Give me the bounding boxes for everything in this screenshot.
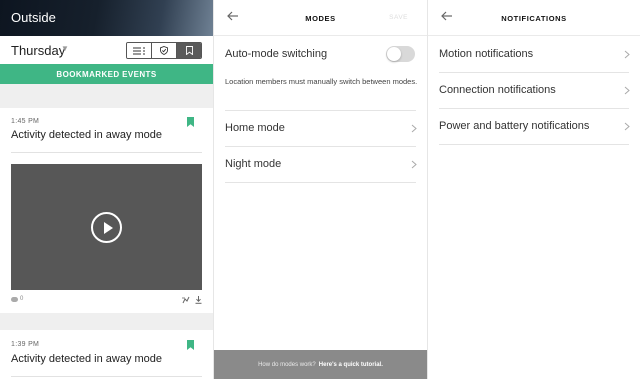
tutorial-footer: How do modes work? Here's a quick tutori…	[214, 350, 427, 379]
chevron-right-icon	[411, 124, 417, 133]
notification-item-label: Power and battery notifications	[439, 120, 590, 132]
chevron-right-icon	[624, 50, 630, 59]
event-title: Activity detected in away mode	[11, 129, 163, 141]
activity-zone-icon[interactable]	[182, 296, 190, 304]
auto-mode-label: Auto-mode switching	[225, 48, 328, 60]
view-toggle	[126, 42, 202, 59]
shield-icon	[160, 46, 168, 55]
list-view-button[interactable]	[127, 43, 152, 58]
notifications-panel: NOTIFICATIONS Motion notifications Conne…	[427, 0, 640, 379]
divider	[439, 144, 629, 145]
chevron-right-icon	[624, 86, 630, 95]
list-icon	[133, 47, 145, 54]
section-gap	[0, 84, 213, 108]
mode-item-home[interactable]: Home mode	[214, 111, 427, 147]
notifications-nav-bar: NOTIFICATIONS	[428, 0, 640, 36]
bookmark-icon[interactable]	[187, 117, 194, 127]
bookmark-icon[interactable]	[187, 340, 194, 350]
save-button[interactable]: SAVE	[389, 14, 408, 21]
mode-item-label: Night mode	[225, 158, 282, 170]
notification-item-label: Motion notifications	[439, 48, 534, 60]
mode-item-night[interactable]: Night mode	[214, 147, 427, 183]
bookmark-filter-button[interactable]	[177, 43, 201, 58]
comment-icon[interactable]	[11, 297, 18, 302]
download-icon[interactable]	[195, 296, 202, 304]
play-icon	[104, 222, 113, 234]
auto-mode-toggle[interactable]	[386, 46, 415, 62]
divider	[11, 152, 202, 153]
location-header: Outside	[0, 0, 213, 36]
events-panel: Outside Thursday ▼ BOOKMARKED EVENTS 1:4…	[0, 0, 213, 379]
auto-mode-help: Location members must manually switch be…	[225, 77, 418, 86]
event-time: 1:39 PM	[11, 341, 40, 348]
footer-text: How do modes work?	[258, 361, 316, 368]
tutorial-link[interactable]: Here's a quick tutorial.	[319, 362, 383, 368]
mode-item-label: Home mode	[225, 122, 285, 134]
play-button[interactable]	[91, 212, 122, 243]
event-title: Activity detected in away mode	[11, 353, 163, 365]
modes-nav-bar: MODES SAVE	[214, 0, 427, 36]
divider	[225, 182, 416, 183]
page-title: NOTIFICATIONS	[501, 14, 567, 23]
location-title: Outside	[11, 10, 56, 25]
shield-filter-button[interactable]	[152, 43, 177, 58]
toggle-knob	[387, 47, 401, 61]
caret-down-icon: ▼	[61, 44, 69, 53]
notification-item-power[interactable]: Power and battery notifications	[428, 109, 640, 145]
chevron-right-icon	[624, 122, 630, 131]
notification-item-connection[interactable]: Connection notifications	[428, 73, 640, 109]
event-actions	[182, 296, 202, 304]
video-thumbnail[interactable]	[11, 164, 202, 290]
notification-item-motion[interactable]: Motion notifications	[428, 37, 640, 73]
section-gap	[0, 313, 213, 330]
bookmarked-events-banner: BOOKMARKED EVENTS	[0, 64, 213, 84]
chevron-right-icon	[411, 160, 417, 169]
event-time: 1:45 PM	[11, 118, 40, 125]
notification-item-label: Connection notifications	[439, 84, 556, 96]
modes-panel: MODES SAVE Auto-mode switching Location …	[213, 0, 427, 379]
event-meta: 0	[11, 296, 202, 306]
divider	[11, 376, 202, 377]
day-label: Thursday	[11, 43, 66, 58]
bookmark-outline-icon	[185, 46, 193, 55]
comment-count: 0	[20, 296, 24, 302]
